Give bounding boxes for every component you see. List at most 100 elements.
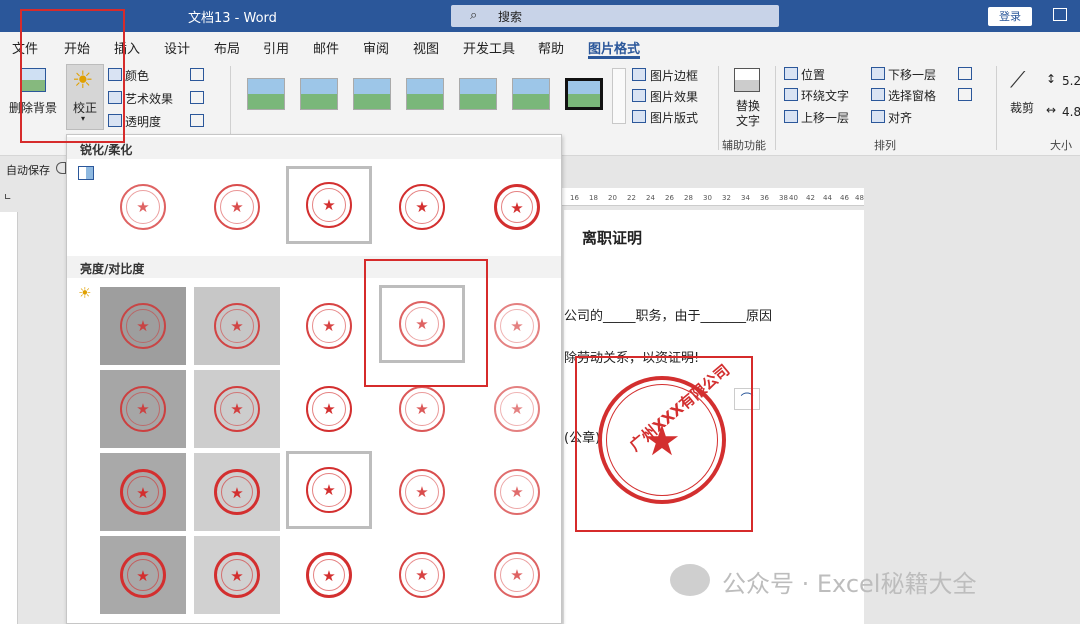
login-button[interactable]: 登录 — [988, 7, 1032, 26]
active-tab-indicator — [588, 56, 640, 59]
watermark: 公众号 · Excel秘籍大全 — [670, 560, 1070, 600]
tab-review[interactable]: 审阅 — [363, 38, 389, 57]
picture-border-icon — [632, 68, 646, 81]
brightness-option-current[interactable]: ★ — [286, 451, 372, 529]
ribbon-display-options-icon[interactable] — [1053, 8, 1067, 21]
brightness-option[interactable]: ★ — [286, 370, 372, 448]
selection-pane-icon — [871, 88, 885, 101]
tab-references[interactable]: 引用 — [263, 38, 289, 57]
ruler-number: 30 — [703, 194, 712, 202]
send-backward-button[interactable]: 下移一层 — [888, 66, 936, 83]
brightness-option[interactable]: ★ — [194, 453, 280, 531]
rotate-icon[interactable] — [958, 88, 972, 101]
position-button[interactable]: 位置 — [801, 66, 825, 83]
brightness-option[interactable]: ★ — [286, 536, 372, 614]
tab-view[interactable]: 视图 — [413, 38, 439, 57]
ruler-number: 20 — [608, 194, 617, 202]
ruler-number: 38 — [779, 194, 788, 202]
brightness-option[interactable]: ★ — [194, 287, 280, 365]
sharpen-option[interactable]: ★ — [194, 168, 280, 246]
wrap-text-icon — [784, 88, 798, 101]
sharpen-option-selected[interactable]: ★ — [286, 166, 372, 244]
brightness-option[interactable]: ★ — [474, 453, 560, 531]
compress-pictures-icon[interactable] — [190, 68, 204, 81]
bring-forward-button[interactable]: 上移一层 — [801, 109, 849, 126]
tab-design[interactable]: 设计 — [164, 38, 190, 57]
sharpen-icon — [78, 166, 94, 180]
search-placeholder: 搜索 — [498, 10, 523, 24]
brightness-option[interactable]: ★ — [379, 536, 465, 614]
tab-picture-format[interactable]: 图片格式 — [588, 38, 640, 57]
ruler-number: 40 — [789, 194, 798, 202]
gallery-scroll[interactable] — [612, 68, 626, 124]
tab-mailings[interactable]: 邮件 — [313, 38, 339, 57]
picture-border-button[interactable]: 图片边框 — [650, 67, 698, 84]
crop-icon: ⟋ — [1010, 68, 1026, 93]
brightness-option[interactable]: ★ — [100, 536, 186, 614]
section-header-bg — [67, 137, 561, 159]
wechat-icon — [670, 564, 710, 596]
width-value[interactable]: 4.8 — [1062, 105, 1080, 119]
document-heading: 离职证明 — [582, 229, 643, 247]
picture-style-thumb[interactable] — [512, 78, 550, 110]
tab-selector-icon[interactable]: ∟ — [4, 193, 12, 203]
reset-picture-icon[interactable] — [190, 114, 204, 127]
wrap-text-button[interactable]: 环绕文字 — [801, 87, 849, 104]
brightness-option[interactable]: ★ — [194, 536, 280, 614]
picture-effects-icon — [632, 89, 646, 102]
picture-effects-button[interactable]: 图片效果 — [650, 88, 698, 105]
picture-style-thumb[interactable] — [459, 78, 497, 110]
change-picture-icon[interactable] — [190, 91, 204, 104]
arrange-group-label: 排列 — [874, 139, 896, 152]
annotation-box-corrections — [20, 9, 125, 143]
tab-developer[interactable]: 开发工具 — [463, 38, 515, 57]
ruler-number: 34 — [741, 194, 750, 202]
artistic-effects-button[interactable]: 艺术效果 — [125, 90, 173, 107]
search-icon: ⌕ — [470, 8, 478, 23]
selection-pane-button[interactable]: 选择窗格 — [888, 87, 936, 104]
annotation-box-seal — [575, 356, 753, 532]
brightness-option[interactable]: ★ — [100, 370, 186, 448]
brightness-option[interactable]: ★ — [100, 287, 186, 365]
sharpen-option[interactable]: ★ — [474, 168, 560, 246]
brightness-option[interactable]: ★ — [194, 370, 280, 448]
ruler-number: 28 — [684, 194, 693, 202]
brightness-option[interactable]: ★ — [474, 536, 560, 614]
color-button[interactable]: 颜色 — [125, 67, 149, 84]
picture-layout-button[interactable]: 图片版式 — [650, 109, 698, 126]
picture-style-thumb[interactable] — [406, 78, 444, 110]
group-separator — [718, 66, 719, 150]
height-value[interactable]: 5.2 — [1062, 74, 1080, 88]
ruler-number: 42 — [806, 194, 815, 202]
tab-help[interactable]: 帮助 — [538, 38, 564, 57]
picture-style-thumb[interactable] — [247, 78, 285, 110]
group-objects-icon[interactable] — [958, 67, 972, 80]
annotation-box-brightness — [364, 259, 488, 387]
ruler-number: 36 — [760, 194, 769, 202]
transparency-button[interactable]: 透明度 — [125, 113, 161, 130]
brightness-option[interactable]: ★ — [379, 453, 465, 531]
brightness-icon: ☀ — [78, 284, 92, 302]
ruler-number: 18 — [589, 194, 598, 202]
sharpen-option[interactable]: ★ — [100, 168, 186, 246]
width-icon: ↔ — [1046, 103, 1057, 117]
alt-text-label-2[interactable]: 文字 — [736, 112, 760, 129]
tab-layout[interactable]: 布局 — [214, 38, 240, 57]
picture-style-thumb[interactable] — [300, 78, 338, 110]
picture-style-thumb[interactable] — [565, 78, 603, 110]
sharpen-option[interactable]: ★ — [379, 168, 465, 246]
picture-style-thumb[interactable] — [353, 78, 391, 110]
sharpen-soften-heading: 锐化/柔化 — [80, 143, 133, 157]
crop-button[interactable]: 裁剪 — [1010, 99, 1034, 116]
autosave-toggle[interactable] — [56, 162, 66, 174]
group-separator — [996, 66, 997, 150]
position-icon — [784, 67, 798, 80]
ruler-number: 48 — [855, 194, 864, 202]
align-icon — [871, 110, 885, 123]
document-line-1: 公司的_____职务，由于_______原因 — [564, 309, 773, 324]
align-button[interactable]: 对齐 — [888, 109, 912, 126]
brightness-option[interactable]: ★ — [286, 287, 372, 365]
brightness-option[interactable]: ★ — [100, 453, 186, 531]
ruler-number: 16 — [570, 194, 579, 202]
alt-text-icon — [734, 68, 760, 92]
